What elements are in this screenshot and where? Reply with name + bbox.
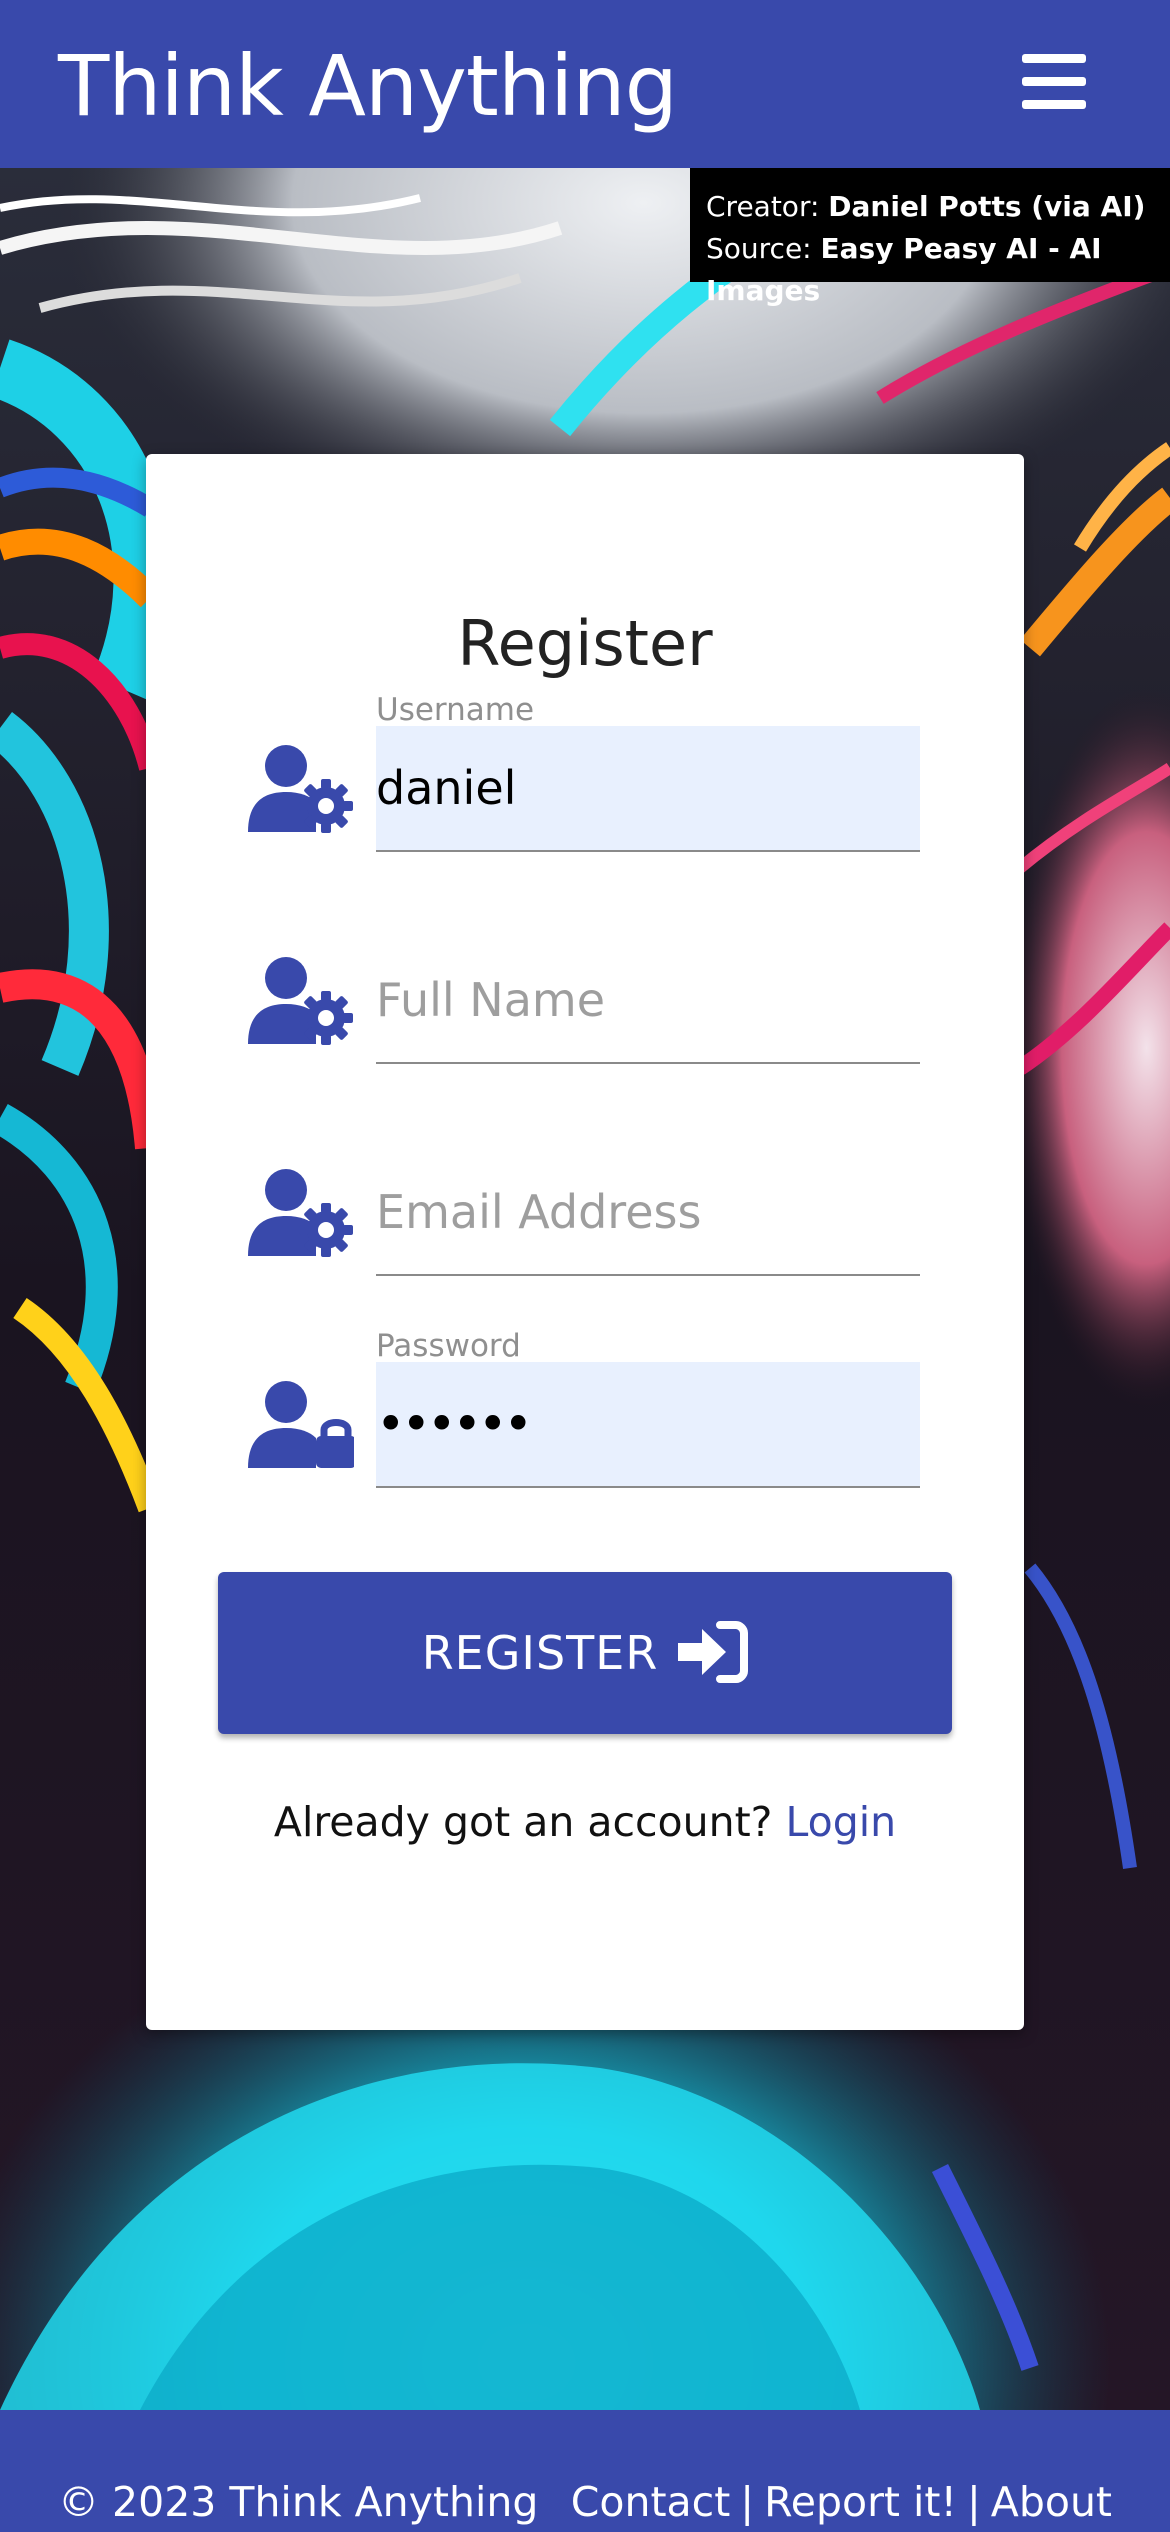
copyright-text: © 2023 Think Anything	[58, 2478, 539, 2526]
username-input[interactable]	[376, 726, 920, 850]
password-field[interactable]: ••••••	[376, 1362, 920, 1488]
credit-source-line: Source: Easy Peasy AI - AI Images	[706, 228, 1170, 312]
register-button-label: REGISTER	[421, 1626, 659, 1680]
full-name-field[interactable]	[376, 938, 920, 1064]
register-button[interactable]: REGISTER	[218, 1572, 952, 1734]
credit-creator-value: Daniel Potts (via AI)	[828, 190, 1146, 223]
top-navbar: Think Anything	[0, 0, 1170, 168]
full-name-input[interactable]	[376, 938, 920, 1062]
footer-separator: |	[966, 2478, 981, 2526]
register-card: Register Username daniel Full Name Email…	[146, 454, 1024, 2030]
footer-separator: |	[740, 2478, 755, 2526]
user-gear-icon	[248, 744, 354, 834]
sign-in-icon	[676, 1620, 749, 1686]
login-prompt: Already got an account? Login	[146, 1794, 1024, 1850]
register-page: Think Anything Creator: Daniel Potts (vi…	[0, 0, 1170, 2532]
login-link[interactable]: Login	[785, 1798, 896, 1846]
credit-source-label: Source:	[706, 232, 821, 265]
credit-creator-line: Creator: Daniel Potts (via AI)	[706, 186, 1170, 228]
footer-link-about[interactable]: About	[991, 2478, 1112, 2526]
username-label: Username	[376, 692, 535, 728]
email-input[interactable]	[376, 1150, 920, 1274]
user-gear-icon	[248, 956, 354, 1046]
footer: © 2023 Think Anything Contact | Report it!…	[0, 2410, 1170, 2532]
image-credit: Creator: Daniel Potts (via AI) Source: E…	[690, 168, 1170, 307]
username-field[interactable]	[376, 726, 920, 852]
form-title: Register	[457, 607, 713, 680]
hamburger-menu-icon[interactable]	[1022, 52, 1086, 112]
password-label: Password	[376, 1328, 521, 1364]
user-gear-icon	[248, 1168, 354, 1258]
footer-link-report[interactable]: Report it!	[764, 2478, 957, 2526]
user-lock-icon	[248, 1380, 356, 1470]
login-prompt-text: Already got an account?	[273, 1798, 773, 1846]
credit-creator-label: Creator:	[706, 190, 829, 223]
email-field[interactable]	[376, 1150, 920, 1276]
brand-title[interactable]: Think Anything	[58, 36, 678, 136]
footer-link-contact[interactable]: Contact	[571, 2478, 731, 2526]
footer-links: Contact | Report it! | About	[571, 2474, 1112, 2530]
password-input[interactable]: ••••••	[376, 1362, 920, 1486]
